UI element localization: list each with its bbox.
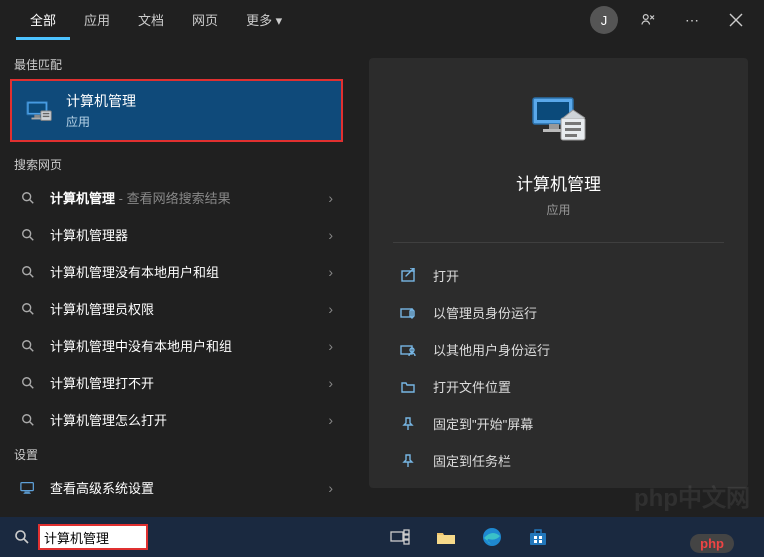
action-label: 固定到任务栏 <box>433 451 511 470</box>
best-match-item[interactable]: 计算机管理 应用 <box>10 79 343 142</box>
web-result-label: 计算机管理员权限 <box>50 299 314 318</box>
web-result-0[interactable]: 计算机管理 - 查看网络搜索结果 › <box>10 179 343 216</box>
chevron-right-icon: › <box>328 338 333 354</box>
action-label: 固定到"开始"屏幕 <box>433 414 533 433</box>
settings-result-label: 查看高级系统设置 <box>50 478 314 497</box>
taskbar-search-icon[interactable] <box>6 517 38 557</box>
web-result-label: 计算机管理 - 查看网络搜索结果 <box>50 188 314 207</box>
action-pin-taskbar[interactable]: 固定到任务栏 <box>393 442 724 479</box>
results-pane: 最佳匹配 计算机管理 应用 搜索网页 <box>0 40 353 517</box>
best-match-subtitle: 应用 <box>66 113 136 130</box>
web-result-5[interactable]: 计算机管理打不开 › <box>10 364 343 401</box>
computer-management-icon-large <box>527 88 591 152</box>
tab-documents[interactable]: 文档 <box>124 0 178 40</box>
section-settings: 设置 <box>10 438 343 469</box>
close-icon[interactable] <box>716 0 756 40</box>
taskbar-app-explorer[interactable] <box>424 517 468 557</box>
taskbar-app-edge[interactable] <box>470 517 514 557</box>
preview-title: 计算机管理 <box>516 170 601 195</box>
filter-tabs: 全部 应用 文档 网页 更多 ▾ <box>16 0 296 40</box>
chevron-right-icon: › <box>328 412 333 428</box>
monitor-icon <box>20 480 36 496</box>
action-open-location[interactable]: 打开文件位置 <box>393 368 724 405</box>
taskbar-app-store[interactable] <box>516 517 560 557</box>
web-result-4[interactable]: 计算机管理中没有本地用户和组 › <box>10 327 343 364</box>
folder-icon <box>399 378 417 396</box>
tab-apps[interactable]: 应用 <box>70 0 124 40</box>
taskbar-app-taskview[interactable] <box>378 517 422 557</box>
preview-actions: 打开 以管理员身份运行 以其他用户身份运行 打开文件位置 固定到"开始"屏幕 <box>393 243 724 479</box>
tab-all[interactable]: 全部 <box>16 0 70 40</box>
section-web-search: 搜索网页 <box>10 148 343 179</box>
watermark-text: php中文网 <box>634 478 750 513</box>
options-icon[interactable]: ⋯ <box>672 0 712 40</box>
pin-icon <box>399 415 417 433</box>
chevron-right-icon: › <box>328 375 333 391</box>
chevron-right-icon: › <box>328 480 333 496</box>
action-run-other-user[interactable]: 以其他用户身份运行 <box>393 331 724 368</box>
search-icon <box>20 190 36 206</box>
open-icon <box>399 267 417 285</box>
settings-result-0[interactable]: 查看高级系统设置 › <box>10 469 343 506</box>
web-result-label: 计算机管理打不开 <box>50 373 314 392</box>
action-label: 打开文件位置 <box>433 377 511 396</box>
user-run-icon <box>399 341 417 359</box>
action-run-admin[interactable]: 以管理员身份运行 <box>393 294 724 331</box>
chevron-right-icon: › <box>328 190 333 206</box>
search-icon <box>20 412 36 428</box>
web-result-label: 计算机管理器 <box>50 225 314 244</box>
tab-more[interactable]: 更多 ▾ <box>232 0 296 40</box>
preview-subtitle: 应用 <box>546 201 570 218</box>
search-icon <box>20 227 36 243</box>
action-open[interactable]: 打开 <box>393 257 724 294</box>
chevron-right-icon: › <box>328 301 333 317</box>
web-result-label: 计算机管理没有本地用户和组 <box>50 262 314 281</box>
web-result-label: 计算机管理中没有本地用户和组 <box>50 336 314 355</box>
chevron-right-icon: › <box>328 264 333 280</box>
section-best-match: 最佳匹配 <box>10 48 343 79</box>
web-result-label: 计算机管理怎么打开 <box>50 410 314 429</box>
web-result-1[interactable]: 计算机管理器 › <box>10 216 343 253</box>
computer-management-icon <box>24 96 54 126</box>
feedback-icon[interactable] <box>628 0 668 40</box>
web-result-3[interactable]: 计算机管理员权限 › <box>10 290 343 327</box>
user-avatar[interactable]: J <box>590 6 618 34</box>
search-icon <box>20 338 36 354</box>
preview-pane: 计算机管理 应用 打开 以管理员身份运行 以其他用户身份运行 <box>353 40 764 517</box>
action-label: 以其他用户身份运行 <box>433 340 550 359</box>
pin-icon <box>399 452 417 470</box>
tab-web[interactable]: 网页 <box>178 0 232 40</box>
taskbar <box>0 517 764 557</box>
action-pin-start[interactable]: 固定到"开始"屏幕 <box>393 405 724 442</box>
chevron-right-icon: › <box>328 227 333 243</box>
admin-shield-icon <box>399 304 417 322</box>
best-match-title: 计算机管理 <box>66 91 136 111</box>
web-result-2[interactable]: 计算机管理没有本地用户和组 › <box>10 253 343 290</box>
web-result-6[interactable]: 计算机管理怎么打开 › <box>10 401 343 438</box>
taskbar-search-input[interactable] <box>38 524 148 550</box>
header-bar: 全部 应用 文档 网页 更多 ▾ J ⋯ <box>0 0 764 40</box>
watermark-badge: php <box>690 534 734 553</box>
action-label: 打开 <box>433 266 459 285</box>
search-icon <box>20 375 36 391</box>
search-icon <box>20 264 36 280</box>
action-label: 以管理员身份运行 <box>433 303 537 322</box>
search-icon <box>20 301 36 317</box>
